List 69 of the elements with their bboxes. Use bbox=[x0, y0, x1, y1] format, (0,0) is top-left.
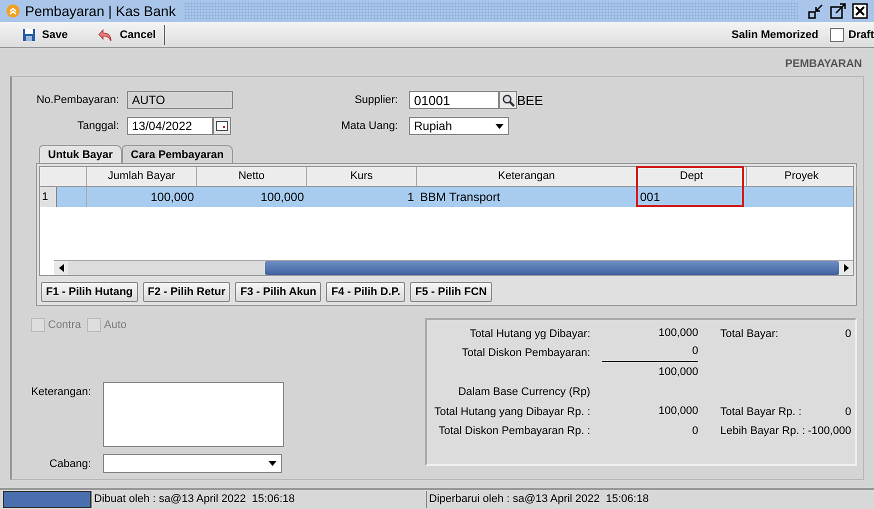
form-title: PEMBAYARAN bbox=[784, 58, 862, 70]
summary-value: 100,000 bbox=[658, 405, 698, 418]
restore-icon[interactable] bbox=[808, 3, 824, 19]
notes-field[interactable] bbox=[103, 382, 284, 447]
right-arrow-icon[interactable] bbox=[844, 264, 848, 272]
summary-label: Total Diskon Pembayaran: bbox=[462, 347, 590, 360]
column-header: Jumlah Bayar bbox=[87, 167, 197, 186]
summary-value: 100,000 bbox=[658, 327, 698, 340]
summary-label: Total Hutang yg Dibayar: bbox=[470, 328, 590, 340]
supplier-name: BEE bbox=[517, 92, 544, 108]
toolbar-button[interactable]: Cancel bbox=[90, 24, 164, 46]
summary-value: 100,000 bbox=[658, 366, 698, 378]
supplier-field[interactable]: 01001 bbox=[409, 91, 499, 109]
summary-value: 0 bbox=[692, 344, 698, 357]
summary-label: Total Hutang yang Dibayar Rp. : bbox=[434, 406, 590, 418]
column-header: Dept bbox=[637, 167, 747, 186]
salin-memorized-label: Salin Memorized bbox=[732, 28, 818, 40]
left-arrow-icon[interactable] bbox=[58, 264, 64, 272]
table-cell: 001 bbox=[640, 190, 660, 204]
summary-label: Total Bayar Rp. : bbox=[720, 406, 802, 418]
function-button[interactable]: F2 - Pilih Retur bbox=[142, 282, 230, 302]
table-cell: BBM Transport bbox=[420, 190, 500, 204]
summary-value: -100,000 bbox=[808, 425, 852, 438]
currency-dropdown[interactable]: Rupiah bbox=[409, 117, 509, 135]
calendar-button[interactable] bbox=[213, 117, 231, 135]
app-icon bbox=[6, 4, 20, 18]
summary-value: 0 bbox=[845, 328, 852, 340]
summary-label: Total Diskon Pembayaran Rp. : bbox=[438, 425, 590, 438]
undo-arrow-icon bbox=[98, 26, 114, 42]
column-header: Netto bbox=[197, 167, 307, 186]
created-by-text: Dibuat oleh : sa@13 April 2022 15:06:18 bbox=[91, 491, 426, 508]
table-row[interactable]: 1 100,000 100,000 1 BBM Transport 001 bbox=[40, 187, 853, 207]
field-label: Keterangan: bbox=[31, 385, 91, 400]
column-header: Keterangan bbox=[417, 167, 637, 186]
table-cell: 1 bbox=[407, 190, 414, 204]
function-button[interactable]: F3 - Pilih Akun bbox=[235, 282, 322, 302]
tab[interactable]: Cara Pembayaran bbox=[122, 145, 233, 163]
dropdown-arrow-icon bbox=[495, 124, 504, 128]
maximize-icon[interactable] bbox=[830, 3, 846, 19]
updated-by-text: Diperbarui oleh : sa@13 April 2022 15:06:18 bbox=[426, 491, 649, 508]
field-label: Tanggal: bbox=[76, 120, 119, 132]
field-label: No.Pembayaran: bbox=[35, 94, 119, 106]
function-button[interactable]: F4 - Pilih D.P. bbox=[326, 282, 406, 302]
row-number: 1 bbox=[40, 187, 57, 207]
window-title: Pembayaran | Kas Bank bbox=[25, 3, 176, 19]
summary-value: 0 bbox=[692, 424, 698, 437]
column-header: Kurs bbox=[307, 167, 417, 186]
toolbar-button[interactable]: Save bbox=[14, 24, 76, 46]
summary-label: Total Bayar: bbox=[720, 328, 778, 340]
function-button[interactable]: F1 - Pilih Hutang bbox=[41, 282, 138, 302]
table-cell: 100,000 bbox=[150, 190, 194, 204]
summary-label: Lebih Bayar Rp. : bbox=[720, 425, 806, 438]
field-label: Cabang: bbox=[48, 458, 91, 470]
payment-number-field[interactable]: AUTO bbox=[127, 91, 233, 109]
table-cell: 100,000 bbox=[260, 190, 304, 204]
date-field[interactable]: 13/04/2022 bbox=[127, 117, 213, 135]
summary-value: 0 bbox=[845, 406, 852, 418]
function-button[interactable]: F5 - Pilih FCN bbox=[410, 282, 492, 302]
horizontal-scrollbar[interactable] bbox=[54, 260, 853, 275]
tab[interactable]: Untuk Bayar bbox=[39, 145, 122, 163]
branch-dropdown[interactable] bbox=[103, 454, 282, 473]
draft-checkbox[interactable]: Draft bbox=[830, 28, 874, 42]
summary-label: Dalam Base Currency (Rp) bbox=[458, 386, 590, 398]
search-button[interactable] bbox=[499, 91, 517, 109]
field-label: Supplier: bbox=[354, 94, 398, 106]
dropdown-arrow-icon bbox=[268, 461, 277, 466]
close-icon[interactable] bbox=[852, 3, 868, 19]
field-label: Mata Uang: bbox=[340, 120, 398, 132]
column-header: Proyek bbox=[747, 167, 857, 186]
